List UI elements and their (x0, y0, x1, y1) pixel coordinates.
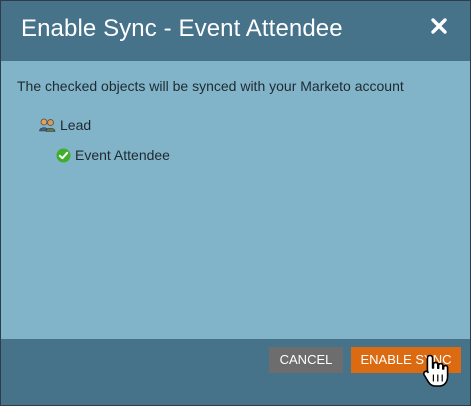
intro-text: The checked objects will be synced with … (17, 78, 404, 94)
check-circle-icon (56, 148, 71, 163)
dialog-body: The checked objects will be synced with … (1, 61, 470, 339)
tree-item-event-attendee-label: Event Attendee (75, 147, 170, 163)
enable-sync-button[interactable]: ENABLE SYNC (351, 347, 461, 373)
enable-sync-dialog: Enable Sync - Event Attendee The checked… (0, 0, 471, 406)
tree-item-lead-label: Lead (60, 117, 92, 133)
dialog-footer: CANCEL ENABLE SYNC (1, 339, 470, 405)
tree-item-lead: Lead (39, 117, 91, 133)
people-icon (39, 118, 56, 132)
dialog-title: Enable Sync - Event Attendee (21, 15, 343, 42)
close-icon[interactable] (428, 15, 450, 37)
cancel-button[interactable]: CANCEL (269, 347, 343, 373)
tree-item-event-attendee[interactable]: Event Attendee (56, 147, 170, 163)
dialog-titlebar: Enable Sync - Event Attendee (1, 1, 470, 61)
